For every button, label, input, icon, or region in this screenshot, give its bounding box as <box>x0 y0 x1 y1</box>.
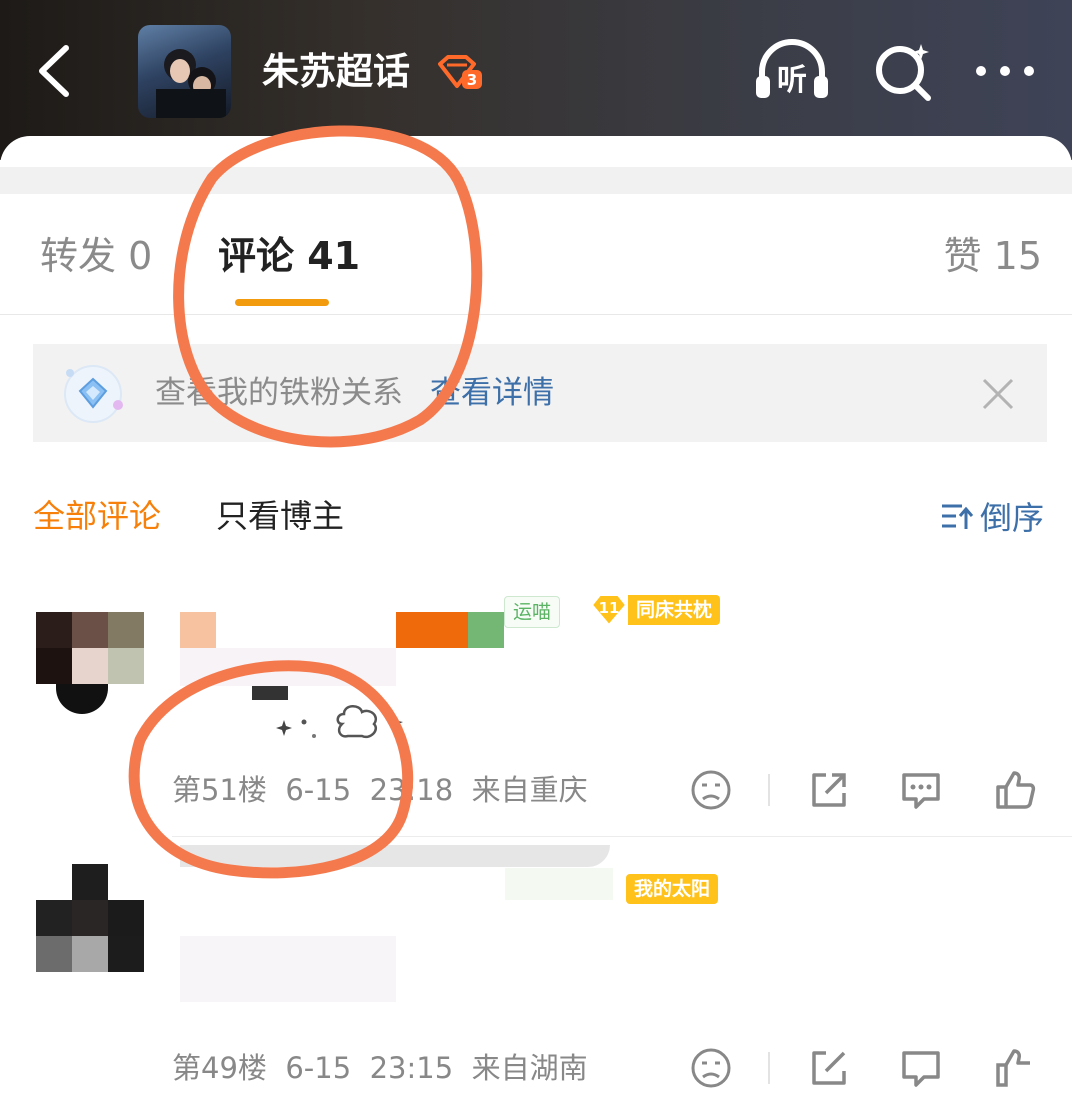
comment-meta: 第49楼 6-15 23:15 来自湖南 <box>172 1051 588 1085</box>
avatar-pixel <box>108 900 144 936</box>
fan-banner-text: 查看我的铁粉关系 <box>155 375 403 411</box>
tab-likes[interactable]: 赞 15 <box>944 228 1042 284</box>
more-dots-icon <box>976 66 1034 76</box>
tab-repost[interactable]: 转发 0 <box>40 228 152 284</box>
reply-button[interactable] <box>898 1045 944 1091</box>
close-icon <box>982 378 1014 410</box>
diamond-badge-icon: 11 <box>590 594 628 627</box>
comment-bubble-icon <box>902 773 940 809</box>
comment-content-blur <box>180 936 396 1002</box>
filter-all-comments[interactable]: 全部评论 <box>33 494 161 538</box>
avatar-pixel <box>72 864 108 900</box>
more-button[interactable] <box>970 48 1040 94</box>
fan-title-badge: 我的太阳 <box>626 874 719 904</box>
avatar-pixel <box>72 936 108 972</box>
commenter-avatar[interactable] <box>36 612 144 720</box>
avatar-pixel <box>108 936 144 972</box>
page-title: 朱苏超话 <box>262 50 410 93</box>
share-button[interactable] <box>806 1045 852 1091</box>
frown-face-icon <box>691 1048 731 1088</box>
section-gap <box>0 167 1072 194</box>
listen-button[interactable]: 听 <box>752 38 832 104</box>
dislike-button[interactable] <box>688 1045 734 1091</box>
avatar-pixel <box>36 648 72 684</box>
thumbs-up-icon <box>996 771 1036 809</box>
username-blur <box>505 868 613 900</box>
sort-label: 倒序 <box>980 499 1045 537</box>
comment-meta: 第51楼 6-15 23:18 来自重庆 <box>172 773 588 807</box>
avatar-pixel <box>108 612 144 648</box>
fan-title-badge: 同床共枕 <box>628 595 721 625</box>
fan-banner-link[interactable]: 查看详情 <box>430 370 554 416</box>
divider <box>768 774 770 806</box>
search-button[interactable] <box>872 40 936 102</box>
sort-button[interactable]: 倒序 <box>940 494 1044 538</box>
search-sparkle-icon <box>876 44 931 101</box>
like-button[interactable] <box>992 1045 1038 1091</box>
avatar-pixel <box>36 900 72 936</box>
fan-level-badge: 11 同床共枕 <box>590 594 721 627</box>
tab-comments[interactable]: 评论 41 <box>218 228 360 284</box>
frown-face-icon <box>691 770 731 810</box>
active-tab-indicator <box>235 299 329 306</box>
divider <box>172 836 1072 837</box>
level-number: 3 <box>467 71 477 89</box>
reply-button[interactable] <box>898 767 944 813</box>
avatar-pixel <box>36 612 72 648</box>
user-badge: 运喵 <box>504 596 561 628</box>
topic-avatar[interactable] <box>138 25 231 118</box>
sort-icon <box>942 504 974 529</box>
avatar-pixel <box>72 900 108 936</box>
divider <box>0 314 1072 315</box>
comment-content-blur <box>180 648 396 686</box>
share-icon <box>812 1051 846 1085</box>
diamond-level-icon: 3 <box>438 55 482 89</box>
emoji-sticker <box>276 705 403 739</box>
share-icon <box>812 773 846 807</box>
fan-level-number: 11 <box>599 599 620 617</box>
chevron-left-icon <box>39 45 69 97</box>
avatar-pixel <box>108 648 144 684</box>
back-button[interactable] <box>22 38 88 104</box>
dislike-button[interactable] <box>688 767 734 813</box>
username-blur <box>180 845 610 867</box>
comment-bubble-icon <box>902 1051 940 1087</box>
level-badge: 3 <box>436 54 484 90</box>
thumbs-up-icon <box>996 1049 1030 1087</box>
topic-avatar-image <box>156 49 226 118</box>
avatar-pixel <box>72 612 108 648</box>
commenter-avatar[interactable] <box>36 864 144 972</box>
avatar-pixel <box>56 684 108 714</box>
share-button[interactable] <box>806 767 852 813</box>
listen-label: 听 <box>777 63 807 98</box>
like-button[interactable] <box>992 767 1038 813</box>
avatar-pixel <box>36 936 72 972</box>
avatar-pixel <box>72 648 108 684</box>
username-pixel <box>396 612 468 648</box>
filter-blogger-only[interactable]: 只看博主 <box>216 494 344 538</box>
close-button[interactable] <box>978 374 1018 414</box>
fan-diamond-icon <box>58 361 128 427</box>
username-pixel <box>180 612 216 648</box>
divider <box>768 1052 770 1084</box>
username-pixel <box>468 612 504 648</box>
headphones-icon: 听 <box>756 39 828 98</box>
